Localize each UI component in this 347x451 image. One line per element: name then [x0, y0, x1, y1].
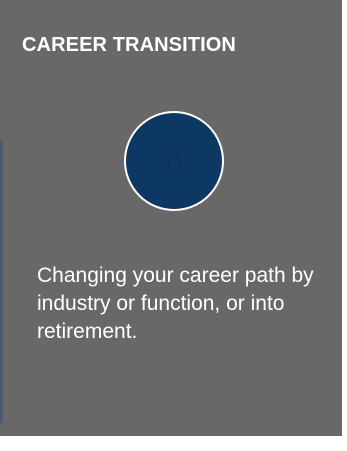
left-accent-strip — [0, 141, 3, 423]
missing-glyph-icon — [168, 152, 180, 172]
card-title: CAREER TRANSITION — [22, 34, 236, 56]
icon-circle — [124, 111, 224, 211]
card-description: Changing your career path by industry or… — [37, 264, 314, 343]
bottom-edge-background — [0, 436, 347, 451]
career-transition-card[interactable]: CAREER TRANSITION Changing your career p… — [0, 0, 347, 451]
right-edge-background — [342, 0, 347, 451]
